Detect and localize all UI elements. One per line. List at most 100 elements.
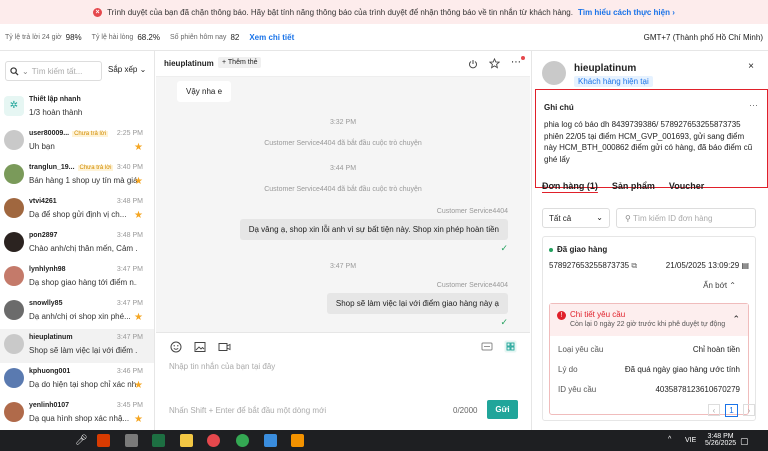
conversation-item[interactable]: kphuong001 3:46 PM Dạ do hiện tại shop chỉ…	[0, 363, 154, 397]
message-composer: Nhập tin nhắn của bạn tại đây Nhấn Shift…	[156, 332, 530, 430]
power-icon[interactable]	[468, 59, 478, 69]
order-tabs: Đơn hàng (1) Sản phẩm Voucher	[542, 181, 704, 191]
order-date: 21/05/2025 13:09:29 ▤	[665, 261, 749, 270]
banner-help-link[interactable]: Tìm hiểu cách thực hiện ›	[578, 8, 675, 17]
chrome-icon[interactable]	[236, 434, 249, 447]
read-check-icon: ✓	[500, 243, 508, 253]
timestamp: 3:44 PM	[329, 165, 357, 172]
note-text[interactable]: phia log có báo dh 8439739386/ 578927653…	[544, 119, 758, 165]
send-button[interactable]: Gửi	[487, 400, 518, 419]
page-number[interactable]: 1	[725, 404, 738, 417]
order-filter-select[interactable]: Tất cả ⌄	[542, 208, 610, 228]
avatar	[4, 130, 24, 150]
banner-text: Trình duyệt của bạn đã chặn thông báo. H…	[107, 7, 573, 17]
more-options-icon[interactable]: ⋯	[511, 57, 521, 68]
calculator-icon[interactable]	[152, 434, 165, 447]
stat-label-reply-rate: Tỷ lệ trả lời 24 giờ	[5, 33, 62, 41]
collapse-toggle[interactable]: Ẩn bớt ⌃	[703, 281, 736, 290]
conversation-item[interactable]: user80009... Chưa trả lời 2:25 PM Uh bạn ★	[0, 125, 154, 159]
conversation-item[interactable]: snowlly85 3:47 PM Dạ anh/chị ơi shop xin p…	[0, 295, 154, 329]
timestamp: 3:32 PM	[329, 119, 357, 126]
conversation-item[interactable]: yenlinh0107 3:45 PM Dạ qua hình shop xác n…	[0, 397, 154, 430]
request-id-label: ID yêu cầu	[558, 385, 597, 394]
conversation-name: snowlly85	[29, 300, 63, 307]
read-check-icon: ✓	[500, 317, 508, 327]
star-icon[interactable]: ★	[134, 211, 143, 221]
close-icon[interactable]: ×	[748, 61, 754, 72]
notification-icon[interactable]: ▢	[740, 436, 749, 447]
request-type-value: Chỉ hoàn tiền	[692, 345, 740, 354]
conversation-time: 3:48 PM	[116, 198, 143, 205]
add-tag-button[interactable]: + Thêm thẻ	[218, 57, 262, 68]
conversation-search-input[interactable]: ⌄ Tìm kiếm tất...	[5, 61, 102, 81]
quick-setup-title: Thiết lập nhanh	[29, 96, 81, 103]
image-icon[interactable]	[194, 341, 206, 353]
prev-page-button[interactable]: ‹	[708, 404, 720, 416]
app-icon[interactable]	[264, 434, 277, 447]
app-icon[interactable]	[97, 434, 110, 447]
tab-orders[interactable]: Đơn hàng (1)	[542, 181, 598, 191]
star-icon[interactable]: ★	[134, 143, 143, 153]
conversation-list-pane: ⌄ Tìm kiếm tất... Sắp xếp ⌄ ✲ Thiết lập …	[0, 51, 155, 430]
message-input[interactable]: Nhập tin nhắn của bạn tại đây	[169, 362, 275, 371]
conversation-item[interactable]: vtvi4261 3:48 PM Dạ để shop gửi định vị ch…	[0, 193, 154, 227]
char-counter: 0/2000	[453, 406, 478, 415]
stat-value-satisfaction: 68.2%	[137, 32, 160, 42]
star-icon[interactable]: ★	[134, 381, 143, 391]
conversation-item[interactable]: tranglun_19... Chưa trả lời 3:40 PM Bán hàn…	[0, 159, 154, 193]
conversation-item[interactable]: pon2897 3:48 PM Chào anh/chị thân mến, Cảm…	[0, 227, 154, 261]
chat-username: hieuplatinum	[164, 59, 214, 68]
stats-bar: Tỷ lệ trả lời 24 giờ 98% Tỷ lệ hài lòng …	[0, 24, 768, 51]
conversation-name: lynhlynh98	[29, 266, 66, 273]
more-options-icon[interactable]: ···	[749, 100, 758, 110]
conversation-preview: Dạ qua hình shop xác nhậ...	[29, 414, 130, 423]
request-title: Chi tiết yêu cầu	[570, 310, 626, 319]
notification-dot	[521, 56, 525, 60]
language-indicator[interactable]: VIE	[685, 437, 696, 444]
incoming-message: Vậy nha e	[177, 81, 232, 102]
request-reason-label: Lý do	[558, 365, 578, 374]
conversation-name: yenlinh0107	[29, 402, 70, 409]
folder-icon[interactable]	[180, 434, 193, 447]
app-icon[interactable]	[207, 434, 220, 447]
star-icon[interactable]: ★	[134, 415, 143, 425]
clock[interactable]: 3:48 PM 5/26/2025	[705, 433, 736, 447]
unreplied-badge: Chưa trả lời	[72, 131, 109, 137]
emoji-icon[interactable]	[170, 341, 182, 353]
star-icon[interactable]: ★	[134, 313, 143, 323]
request-subtitle: Còn lại 0 ngày 22 giờ trước khi phê duyệ…	[570, 321, 726, 328]
tray-chevron-icon[interactable]: ^	[668, 436, 671, 443]
conversation-preview: Dạ do hiện tại shop chỉ xác nh...	[29, 380, 137, 389]
quick-setup-item[interactable]: ✲ Thiết lập nhanh 1/3 hoàn thành	[0, 91, 154, 125]
conversation-item[interactable]: hieuplatinum 3:47 PM Shop sẽ làm việc lại …	[0, 329, 154, 363]
sort-dropdown[interactable]: Sắp xếp ⌄	[108, 65, 146, 74]
outgoing-message: Dạ vâng ạ, shop xin lỗi anh vì sự bất ti…	[239, 219, 508, 240]
video-icon[interactable]	[218, 341, 231, 353]
mic-icon[interactable]: 🎤︎	[75, 434, 88, 447]
timestamp: 3:47 PM	[329, 263, 357, 270]
error-icon: ×	[93, 7, 103, 17]
order-search-input[interactable]: ⚲ Tìm kiếm ID đơn hàng	[616, 208, 756, 228]
star-icon[interactable]: ★	[134, 177, 143, 187]
request-header[interactable]: ! Chi tiết yêu cầu Còn lại 0 ngày 22 giờ…	[550, 304, 748, 336]
conversation-time: 3:45 PM	[116, 402, 143, 409]
grid-icon[interactable]	[504, 340, 517, 353]
conversation-preview: Chào anh/chị thân mến, Cảm ...	[29, 244, 137, 253]
conversation-preview: Dạ anh/chị ơi shop xin phé...	[29, 312, 131, 321]
conversation-item[interactable]: lynhlynh98 3:47 PM Dạ shop giao hàng tới đ…	[0, 261, 154, 295]
chevron-up-icon: ⌃	[732, 314, 740, 324]
conversation-name: pon2897	[29, 232, 58, 239]
tab-products[interactable]: Sản phẩm	[612, 181, 655, 191]
quick-reply-icon[interactable]	[481, 341, 493, 353]
request-reason-value: Đã quá ngày giao hàng ước tính	[624, 365, 740, 374]
tab-vouchers[interactable]: Voucher	[669, 181, 704, 191]
stats-details-link[interactable]: Xem chi tiết	[249, 33, 294, 42]
star-outline-icon[interactable]	[489, 58, 500, 69]
avatar	[4, 266, 24, 286]
message-sender: Customer Service4404	[436, 282, 508, 289]
note-box: Ghi chú ··· phia log có báo dh 843973938…	[535, 89, 768, 188]
conversation-name: user80009... Chưa trả lời	[29, 130, 109, 137]
next-page-button[interactable]: ›	[743, 404, 755, 416]
app-icon[interactable]	[291, 434, 304, 447]
app-icon[interactable]	[125, 434, 138, 447]
